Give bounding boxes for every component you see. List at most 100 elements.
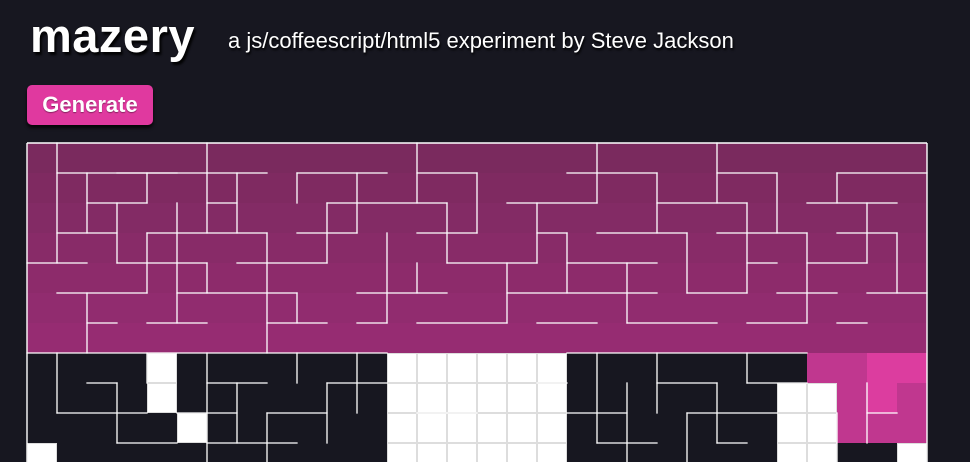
maze-cell bbox=[777, 203, 807, 233]
maze-cell bbox=[27, 443, 57, 462]
maze-cell bbox=[447, 323, 477, 353]
maze-cell bbox=[777, 263, 807, 293]
maze-cell bbox=[387, 413, 417, 443]
maze-cell bbox=[327, 173, 357, 203]
maze-cell bbox=[777, 233, 807, 263]
maze-cell bbox=[297, 293, 327, 323]
maze-cell bbox=[507, 383, 537, 413]
maze-cell bbox=[357, 173, 387, 203]
maze-cell bbox=[777, 173, 807, 203]
maze-cell bbox=[417, 173, 447, 203]
maze-cell bbox=[177, 203, 207, 233]
maze-cell bbox=[297, 233, 327, 263]
maze-cell bbox=[687, 143, 717, 173]
maze-cell bbox=[177, 233, 207, 263]
maze-cell bbox=[807, 293, 837, 323]
maze-cell bbox=[837, 143, 867, 173]
maze-cell bbox=[417, 323, 447, 353]
maze-cell bbox=[237, 203, 267, 233]
maze-cell bbox=[387, 323, 417, 353]
maze-cell bbox=[447, 293, 477, 323]
maze-cell bbox=[147, 173, 177, 203]
maze-cell bbox=[597, 203, 627, 233]
maze-cell bbox=[477, 143, 507, 173]
maze-cell bbox=[297, 143, 327, 173]
generate-button[interactable]: Generate bbox=[27, 85, 153, 125]
maze-cell bbox=[447, 263, 477, 293]
maze-cell bbox=[447, 353, 477, 383]
maze-cell bbox=[867, 203, 897, 233]
maze-cell bbox=[537, 143, 567, 173]
maze-cell bbox=[177, 323, 207, 353]
maze-cell bbox=[207, 173, 237, 203]
maze-cell bbox=[267, 233, 297, 263]
maze-cell bbox=[567, 233, 597, 263]
maze-cell bbox=[837, 353, 867, 383]
maze-cell bbox=[807, 443, 837, 462]
maze-cell bbox=[837, 203, 867, 233]
maze-cell bbox=[897, 353, 927, 383]
maze-cell bbox=[27, 263, 57, 293]
maze-cell bbox=[267, 293, 297, 323]
maze-cell bbox=[807, 203, 837, 233]
maze-area bbox=[26, 142, 929, 462]
maze-cell bbox=[417, 203, 447, 233]
maze-cell bbox=[867, 233, 897, 263]
maze-cell bbox=[507, 263, 537, 293]
maze-cell bbox=[387, 143, 417, 173]
maze-cell bbox=[267, 203, 297, 233]
maze-cell bbox=[867, 323, 897, 353]
maze-cell bbox=[837, 263, 867, 293]
maze-cell bbox=[177, 413, 207, 443]
maze-cell bbox=[447, 443, 477, 462]
maze-cell bbox=[87, 293, 117, 323]
maze-cell bbox=[807, 143, 837, 173]
maze-cell bbox=[27, 323, 57, 353]
maze-cell bbox=[207, 323, 237, 353]
maze-cell bbox=[27, 173, 57, 203]
maze-cell bbox=[717, 233, 747, 263]
maze-cell bbox=[717, 203, 747, 233]
maze-cell bbox=[717, 173, 747, 203]
maze-cell bbox=[207, 233, 237, 263]
maze-cell bbox=[117, 323, 147, 353]
maze-cell bbox=[627, 173, 657, 203]
maze-cell bbox=[57, 173, 87, 203]
maze-cell bbox=[777, 143, 807, 173]
maze-cell bbox=[147, 353, 177, 383]
maze-cell bbox=[597, 143, 627, 173]
maze-cell bbox=[477, 353, 507, 383]
maze-cell bbox=[777, 383, 807, 413]
maze-cell bbox=[237, 293, 267, 323]
maze-cell bbox=[267, 323, 297, 353]
maze-cell bbox=[447, 143, 477, 173]
maze-cell bbox=[807, 413, 837, 443]
maze-cell bbox=[357, 323, 387, 353]
maze-cell bbox=[867, 293, 897, 323]
maze-cell bbox=[807, 173, 837, 203]
maze-cell bbox=[387, 443, 417, 462]
maze-cell bbox=[597, 323, 627, 353]
maze-cell bbox=[837, 383, 867, 413]
maze-cell bbox=[627, 203, 657, 233]
maze-cell bbox=[897, 443, 927, 462]
maze-cell bbox=[177, 143, 207, 173]
maze-cell bbox=[597, 173, 627, 203]
maze-cell bbox=[387, 383, 417, 413]
maze-cell bbox=[627, 233, 657, 263]
maze-cell bbox=[57, 143, 87, 173]
maze-cell bbox=[687, 263, 717, 293]
maze-cell bbox=[627, 293, 657, 323]
maze-cell bbox=[537, 443, 567, 462]
maze-cell bbox=[327, 203, 357, 233]
maze-cell bbox=[417, 143, 447, 173]
maze-cell bbox=[747, 323, 777, 353]
maze-cell bbox=[477, 263, 507, 293]
maze-cell bbox=[717, 323, 747, 353]
maze-cell bbox=[327, 293, 357, 323]
maze-cell bbox=[537, 413, 567, 443]
maze-cell bbox=[27, 203, 57, 233]
maze-cell bbox=[507, 323, 537, 353]
maze-cell bbox=[867, 263, 897, 293]
maze-cell bbox=[297, 263, 327, 293]
